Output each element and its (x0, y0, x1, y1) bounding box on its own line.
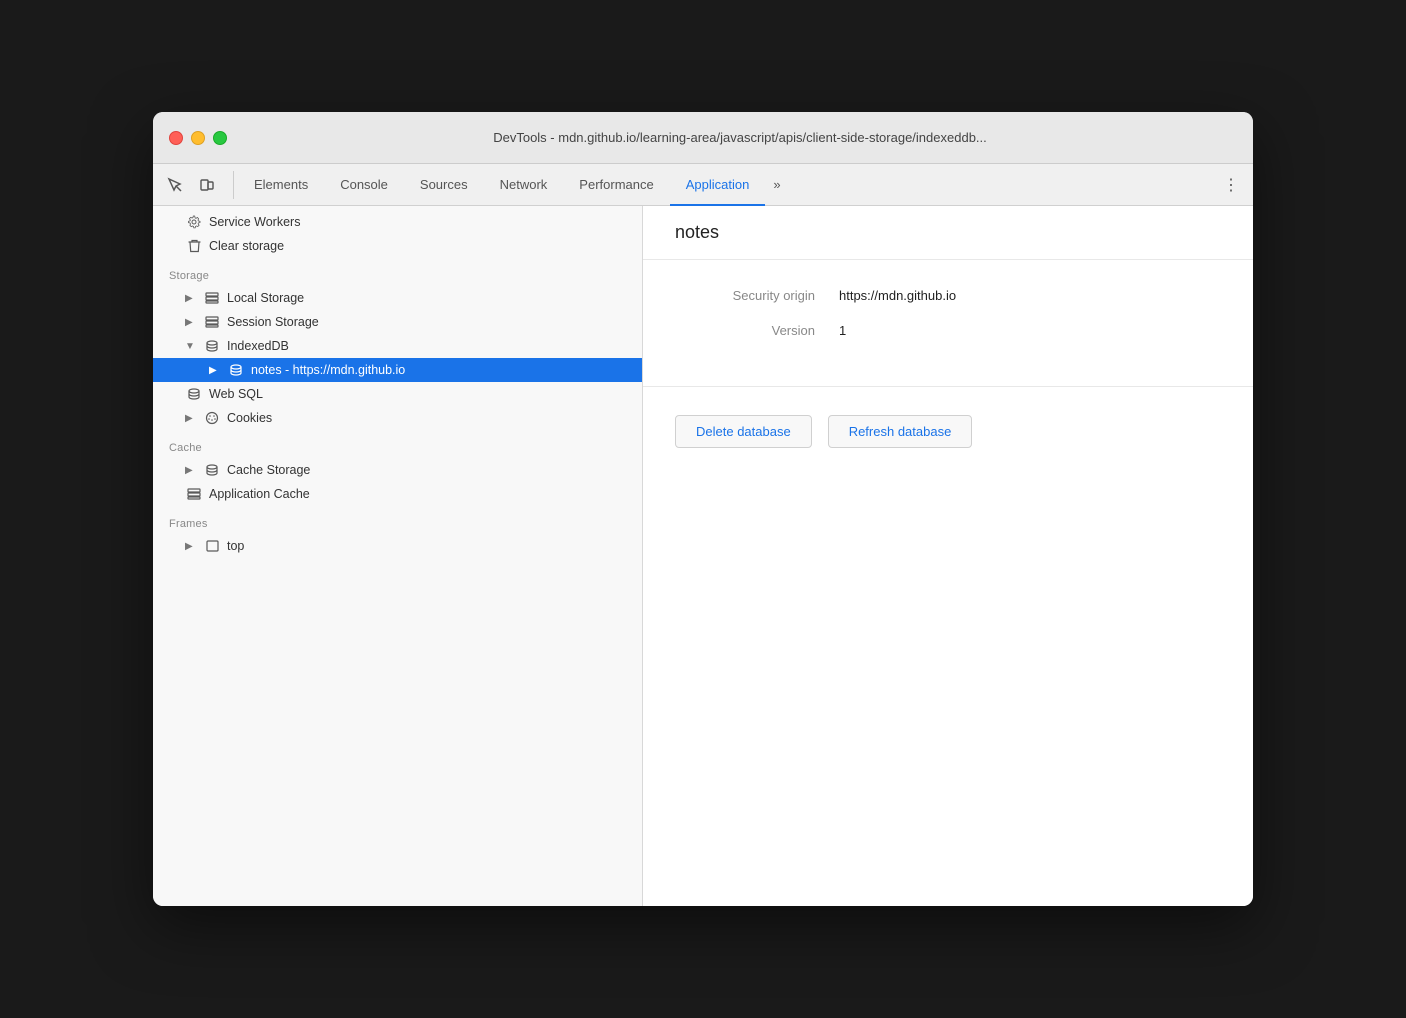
notes-db-label: notes - https://mdn.github.io (251, 363, 405, 377)
tab-bar: Elements Console Sources Network Perform… (238, 164, 1213, 205)
indexeddb-icon (203, 340, 221, 353)
version-row: Version 1 (675, 323, 1221, 338)
info-section: Security origin https://mdn.github.io Ve… (643, 260, 1253, 387)
titlebar: DevTools - mdn.github.io/learning-area/j… (153, 112, 1253, 164)
local-storage-icon (203, 292, 221, 304)
expand-cookies-icon (185, 413, 197, 424)
top-frame-label: top (227, 539, 244, 553)
tab-elements[interactable]: Elements (238, 165, 324, 206)
cache-section-label: Cache (153, 430, 642, 458)
tab-network[interactable]: Network (484, 165, 564, 206)
sidebar-item-indexeddb[interactable]: IndexedDB (153, 334, 642, 358)
window-title: DevTools - mdn.github.io/learning-area/j… (243, 130, 1237, 145)
close-button[interactable] (169, 131, 183, 145)
cache-storage-label: Cache Storage (227, 463, 310, 477)
db-title: notes (675, 222, 1221, 243)
frames-section-label: Frames (153, 506, 642, 534)
trash-icon (185, 239, 203, 253)
inspect-element-icon[interactable] (161, 171, 189, 199)
expand-cache-storage-icon (185, 465, 197, 476)
minimize-button[interactable] (191, 131, 205, 145)
maximize-button[interactable] (213, 131, 227, 145)
sidebar-item-session-storage[interactable]: Session Storage (153, 310, 642, 334)
version-label: Version (675, 323, 815, 338)
traffic-lights (169, 131, 227, 145)
security-origin-label: Security origin (675, 288, 815, 303)
more-tabs-button[interactable]: » (765, 164, 788, 205)
sidebar-item-notes-db[interactable]: notes - https://mdn.github.io (153, 358, 642, 382)
sidebar-item-app-cache[interactable]: Application Cache (153, 482, 642, 506)
devtools-window: DevTools - mdn.github.io/learning-area/j… (153, 112, 1253, 906)
expand-indexeddb-icon (185, 341, 197, 352)
tab-sources[interactable]: Sources (404, 165, 484, 206)
storage-section-label: Storage (153, 258, 642, 286)
gear-icon (185, 215, 203, 229)
delete-database-button[interactable]: Delete database (675, 415, 812, 448)
device-toolbar-icon[interactable] (193, 171, 221, 199)
sidebar-item-cookies[interactable]: Cookies (153, 406, 642, 430)
indexeddb-label: IndexedDB (227, 339, 289, 353)
security-origin-value: https://mdn.github.io (839, 288, 956, 303)
session-storage-label: Session Storage (227, 315, 319, 329)
sidebar-item-websql[interactable]: Web SQL (153, 382, 642, 406)
websql-label: Web SQL (209, 387, 263, 401)
security-origin-row: Security origin https://mdn.github.io (675, 288, 1221, 303)
version-value: 1 (839, 323, 846, 338)
toolbar: Elements Console Sources Network Perform… (153, 164, 1253, 206)
expand-session-storage-icon (185, 317, 197, 328)
session-storage-icon (203, 316, 221, 328)
tab-console[interactable]: Console (324, 165, 404, 206)
sidebar-item-top-frame[interactable]: top (153, 534, 642, 558)
expand-notes-icon (209, 365, 221, 376)
sidebar-item-service-workers[interactable]: Service Workers (153, 210, 642, 234)
expand-local-storage-icon (185, 293, 197, 304)
sidebar-item-clear-storage[interactable]: Clear storage (153, 234, 642, 258)
app-cache-label: Application Cache (209, 487, 310, 501)
devtools-menu-button[interactable]: ⋮ (1217, 171, 1245, 199)
sidebar-item-local-storage[interactable]: Local Storage (153, 286, 642, 310)
cookies-label: Cookies (227, 411, 272, 425)
refresh-database-button[interactable]: Refresh database (828, 415, 973, 448)
websql-icon (185, 388, 203, 401)
sidebar: Service Workers Clear storage Storage (153, 206, 643, 906)
main-panel: notes Security origin https://mdn.github… (643, 206, 1253, 906)
cache-storage-icon (203, 464, 221, 477)
tab-application[interactable]: Application (670, 165, 766, 206)
clear-storage-label: Clear storage (209, 239, 284, 253)
service-workers-label: Service Workers (209, 215, 300, 229)
toolbar-icons (161, 171, 234, 199)
frame-icon (203, 540, 221, 552)
expand-top-frame-icon (185, 541, 197, 552)
actions-section: Delete database Refresh database (643, 387, 1253, 476)
content-area: Service Workers Clear storage Storage (153, 206, 1253, 906)
local-storage-label: Local Storage (227, 291, 304, 305)
sidebar-item-cache-storage[interactable]: Cache Storage (153, 458, 642, 482)
cookies-icon (203, 411, 221, 425)
notes-db-icon (227, 364, 245, 377)
app-cache-icon (185, 488, 203, 501)
main-header: notes (643, 206, 1253, 260)
tab-performance[interactable]: Performance (563, 165, 669, 206)
